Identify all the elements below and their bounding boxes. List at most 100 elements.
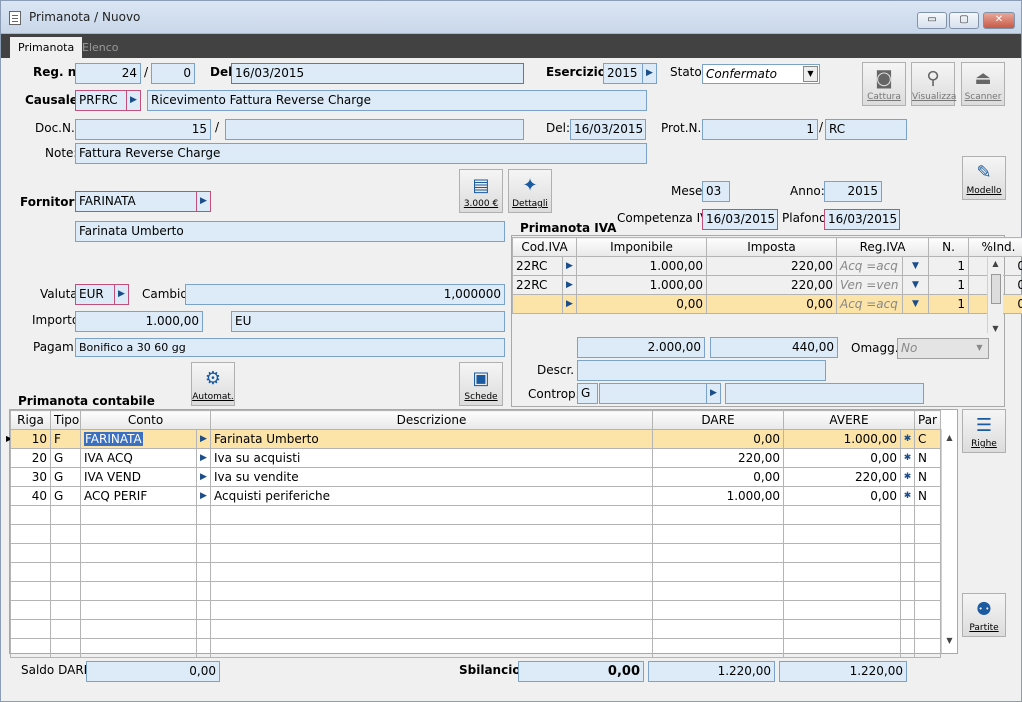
dare-cell[interactable]: 0,00 bbox=[652, 429, 784, 449]
avere-cell[interactable]: 220,00 bbox=[783, 467, 901, 487]
causale-lookup-icon[interactable]: ▶ bbox=[127, 90, 141, 111]
protn-field[interactable]: 1 bbox=[702, 119, 818, 140]
avere-cell[interactable]: 0,00 bbox=[783, 448, 901, 468]
dettagli-button[interactable]: ✦ Dettagli bbox=[508, 169, 552, 213]
schede-button[interactable]: ▣ Schede bbox=[459, 362, 503, 406]
avere-cell[interactable]: 1.000,00 bbox=[783, 429, 901, 449]
iva-scrollbar[interactable]: ▲ ▼ bbox=[987, 257, 1003, 333]
cambio-field[interactable]: 1,000000 bbox=[185, 284, 505, 305]
iva-imponibile[interactable]: 1.000,00 bbox=[576, 256, 707, 276]
calc-icon[interactable]: ✱ bbox=[900, 467, 915, 487]
scroll-up-icon[interactable]: ▲ bbox=[988, 259, 1003, 268]
dare-cell[interactable]: 0,00 bbox=[652, 467, 784, 487]
close-button[interactable]: ✕ bbox=[983, 12, 1015, 29]
scroll-down-icon[interactable]: ▼ bbox=[988, 324, 1003, 333]
par-cell[interactable]: N bbox=[914, 467, 941, 487]
anno-field[interactable]: 2015 bbox=[824, 181, 882, 202]
lookup-arrow-icon[interactable]: ▶ bbox=[562, 294, 577, 314]
lookup-arrow-icon[interactable]: ▶ bbox=[196, 486, 211, 506]
par-cell[interactable]: C bbox=[914, 429, 941, 449]
controp-type-field[interactable]: G bbox=[577, 383, 598, 404]
par-cell[interactable]: N bbox=[914, 486, 941, 506]
importo-field[interactable]: 1.000,00 bbox=[75, 311, 203, 332]
docn-alpha-field[interactable] bbox=[225, 119, 524, 140]
iva-row[interactable]: 22RC▶1.000,00220,00Ven =ven▼10 bbox=[512, 275, 1022, 295]
empty-row[interactable] bbox=[10, 524, 941, 544]
modello-button[interactable]: ✎ Modello bbox=[962, 156, 1006, 200]
calc-icon[interactable]: ✱ bbox=[900, 448, 915, 468]
iva-reg[interactable]: Acq =acq bbox=[836, 256, 903, 276]
table-row[interactable]: 40 G ACQ PERIF ▶ Acquisti periferiche 1.000,0… bbox=[10, 486, 941, 506]
righe-button[interactable]: ☰ Righe bbox=[962, 409, 1006, 453]
lookup-arrow-icon[interactable]: ▶ bbox=[562, 275, 577, 295]
valuta-field[interactable]: EUR bbox=[75, 284, 115, 305]
table-row[interactable]: 20 G IVA ACQ ▶ Iva su acquisti 220,00 0,00 ✱ N bbox=[10, 448, 941, 468]
chevron-down-icon[interactable]: ▼ bbox=[902, 275, 929, 295]
iva-n[interactable]: 1 bbox=[928, 294, 969, 314]
calc-icon[interactable]: ✱ bbox=[900, 429, 915, 449]
iva-row[interactable]: 22RC▶1.000,00220,00Acq =acq▼10 bbox=[512, 256, 1022, 276]
scroll-thumb[interactable] bbox=[990, 274, 1001, 304]
causale-description-field[interactable]: Ricevimento Fattura Reverse Charge bbox=[147, 90, 647, 111]
iva-imposta[interactable]: 0,00 bbox=[706, 294, 837, 314]
esercizio-lookup-icon[interactable]: ▶ bbox=[643, 63, 657, 84]
lookup-arrow-icon[interactable]: ▶ bbox=[196, 448, 211, 468]
iva-imposta[interactable]: 220,00 bbox=[706, 256, 837, 276]
plafond-field[interactable]: 16/03/2015 bbox=[824, 209, 900, 230]
descrizione-cell[interactable]: Acquisti periferiche bbox=[210, 486, 653, 506]
calc-icon[interactable]: ✱ bbox=[900, 486, 915, 506]
mese-field[interactable]: 03 bbox=[702, 181, 730, 202]
empty-row[interactable] bbox=[10, 600, 941, 620]
iva-cod[interactable] bbox=[512, 294, 563, 314]
fornitore-lookup-icon[interactable]: ▶ bbox=[197, 191, 211, 212]
chevron-down-icon[interactable]: ▼ bbox=[972, 340, 987, 357]
chevron-down-icon[interactable]: ▼ bbox=[902, 256, 929, 276]
maximize-button[interactable]: ▢ bbox=[949, 12, 979, 29]
lookup-arrow-icon[interactable]: ▶ bbox=[196, 467, 211, 487]
visualizza-button[interactable]: ⚲ Visualizza bbox=[911, 62, 956, 106]
docn-field[interactable]: 15 bbox=[75, 119, 211, 140]
stato-select[interactable]: Confermato ▼ bbox=[702, 64, 820, 84]
reg-sub-field[interactable]: 0 bbox=[151, 63, 195, 84]
empty-row[interactable] bbox=[10, 638, 941, 658]
iva-n[interactable]: 1 bbox=[928, 275, 969, 295]
iva-n[interactable]: 1 bbox=[928, 256, 969, 276]
iva-reg[interactable]: Acq =acq bbox=[836, 294, 903, 314]
riga-cell[interactable]: 20 bbox=[10, 448, 51, 468]
riga-cell[interactable]: 10 bbox=[10, 429, 51, 449]
chevron-down-icon[interactable]: ▼ bbox=[902, 294, 929, 314]
automat-button[interactable]: ⚙ Automat. bbox=[191, 362, 235, 406]
avere-cell[interactable]: 0,00 bbox=[783, 486, 901, 506]
scroll-up-icon[interactable]: ▲ bbox=[942, 433, 957, 442]
empty-row[interactable] bbox=[10, 619, 941, 639]
table-row[interactable]: 10 F FARINATA ▶ Farinata Umberto 0,00 1.000,00… bbox=[10, 429, 941, 449]
conto-cell[interactable]: IVA ACQ bbox=[80, 448, 197, 468]
controp-code-field[interactable] bbox=[599, 383, 707, 404]
tipo-cell[interactable]: G bbox=[50, 467, 81, 487]
empty-row[interactable] bbox=[10, 505, 941, 525]
tipo-cell[interactable]: G bbox=[50, 486, 81, 506]
dare-cell[interactable]: 220,00 bbox=[652, 448, 784, 468]
prot-alpha-field[interactable]: RC bbox=[825, 119, 907, 140]
note-field[interactable]: Fattura Reverse Charge bbox=[75, 143, 647, 164]
causale-code-field[interactable]: PRFRC bbox=[75, 90, 127, 111]
conto-cell[interactable]: FARINATA bbox=[80, 429, 197, 449]
conto-cell[interactable]: IVA VEND bbox=[80, 467, 197, 487]
scanner-button[interactable]: ⏏ Scanner bbox=[961, 62, 1005, 106]
table-row[interactable]: 30 G IVA VEND ▶ Iva su vendite 0,00 220,00 ✱ N bbox=[10, 467, 941, 487]
competenza-field[interactable]: 16/03/2015 bbox=[702, 209, 778, 230]
iva-row[interactable]: ▶0,000,00Acq =acq▼10 bbox=[512, 294, 1022, 314]
conto-cell[interactable]: ACQ PERIF bbox=[80, 486, 197, 506]
tab-primanota[interactable]: Primanota bbox=[10, 37, 83, 58]
empty-row[interactable] bbox=[10, 543, 941, 563]
dare-cell[interactable]: 1.000,00 bbox=[652, 486, 784, 506]
totale-button[interactable]: ▤ 3.000 € bbox=[459, 169, 503, 213]
lookup-arrow-icon[interactable]: ▶ bbox=[562, 256, 577, 276]
iva-cod[interactable]: 22RC bbox=[512, 275, 563, 295]
fornitore-name-field[interactable]: Farinata Umberto bbox=[75, 221, 505, 242]
cattura-button[interactable]: ◙ Cattura bbox=[862, 62, 906, 106]
descrizione-cell[interactable]: Farinata Umberto bbox=[210, 429, 653, 449]
reg-date-field[interactable]: 16/03/2015 bbox=[231, 63, 524, 84]
contabile-scrollbar[interactable]: ▲ ▼ bbox=[941, 429, 957, 653]
iva-imponibile[interactable]: 1.000,00 bbox=[576, 275, 707, 295]
